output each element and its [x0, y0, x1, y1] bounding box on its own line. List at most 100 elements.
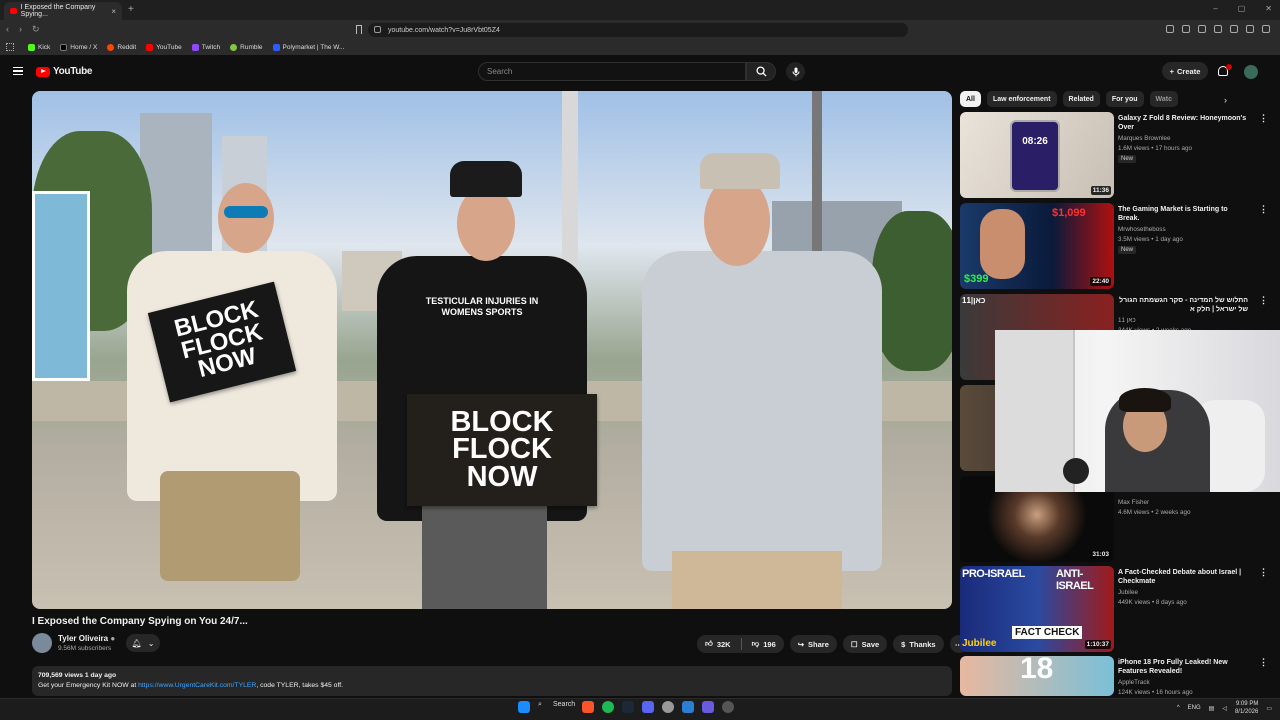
- clock[interactable]: 9:09 PM 8/1/2026: [1235, 700, 1258, 716]
- tray-lang[interactable]: ENG: [1188, 705, 1201, 711]
- dislike-button[interactable]: 👎︎ 196: [745, 635, 784, 653]
- share-button[interactable]: ↪ Share: [789, 635, 837, 653]
- channel-name[interactable]: Tyler Oliveira ●: [58, 634, 115, 643]
- app-icon[interactable]: [702, 701, 714, 713]
- thanks-icon: $: [901, 639, 906, 649]
- extension-icon[interactable]: [1198, 25, 1206, 33]
- chevron-down-icon: ⌄: [147, 638, 155, 648]
- verified-icon: ●: [110, 634, 116, 643]
- recommendation-channel[interactable]: כאן 11: [1118, 316, 1136, 326]
- video-player[interactable]: BLOCK FLOCK NOW TESTICULAR INJURIES IN W…: [32, 91, 952, 609]
- recommendation-item[interactable]: 18 iPhone 18 Pro Fully Leaked! New Featu…: [960, 656, 1272, 696]
- file-explorer-icon[interactable]: [682, 701, 694, 713]
- obs-icon[interactable]: [722, 701, 734, 713]
- extension-icon[interactable]: [1214, 25, 1222, 33]
- windows-start-icon[interactable]: [518, 701, 530, 713]
- bookmark-polymarket[interactable]: Polymarket | The W...: [272, 44, 344, 51]
- more-options-icon[interactable]: ⋮: [1259, 568, 1268, 577]
- recommendation-channel[interactable]: Mrwhosetheboss: [1118, 225, 1166, 235]
- close-window-icon[interactable]: ✕: [1265, 4, 1272, 13]
- chip-watched[interactable]: Watc: [1149, 91, 1178, 107]
- recommendation-item[interactable]: 08:26 11:36 Galaxy Z Fold 8 Review: Hone…: [960, 112, 1272, 198]
- extension-icon[interactable]: [1230, 25, 1238, 33]
- recommendation-title: התלוש של המדינה - סקר הגשמתה הגורל של יש…: [1119, 297, 1248, 313]
- chip-all[interactable]: All: [960, 91, 981, 107]
- save-icon: ☐: [850, 639, 858, 649]
- extension-icon[interactable]: [1182, 25, 1190, 33]
- new-tab-button[interactable]: +: [128, 4, 134, 15]
- forward-icon[interactable]: ›: [19, 24, 22, 35]
- bookmarks-bar: Kick Home / X Reddit YouTube Twitch Rumb…: [0, 40, 1280, 55]
- recommendation-channel[interactable]: Marques Brownlee: [1118, 134, 1171, 144]
- spotify-icon[interactable]: [602, 701, 614, 713]
- chrome-icon[interactable]: [662, 701, 674, 713]
- system-tray: ^ ENG ▤ ◁ 9:09 PM 8/1/2026 ▭: [1177, 700, 1272, 716]
- steam-icon[interactable]: [622, 701, 634, 713]
- thanks-button[interactable]: $ Thanks: [893, 635, 944, 653]
- video-thumbnail[interactable]: PRO-ISRAEL ANTI-ISRAEL FACT CHECK Jubile…: [960, 566, 1114, 652]
- bookmark-x[interactable]: Home / X: [60, 44, 97, 51]
- sunglasses: [224, 206, 268, 218]
- bookmark-rumble[interactable]: Rumble: [230, 44, 263, 51]
- bookmark-reddit[interactable]: Reddit: [107, 44, 136, 51]
- person-left-shorts: [160, 471, 300, 581]
- back-icon[interactable]: ‹: [6, 24, 9, 35]
- maximize-icon[interactable]: ▢: [1238, 4, 1246, 13]
- more-options-icon[interactable]: ⋮: [1259, 296, 1268, 305]
- voice-search-button[interactable]: [786, 62, 805, 81]
- video-thumbnail[interactable]: 18: [960, 656, 1114, 696]
- description-link[interactable]: https://www.UrgentCareKit.com/TYLER: [138, 682, 256, 689]
- search-input[interactable]: Search: [478, 62, 746, 81]
- close-tab-icon[interactable]: ×: [111, 7, 116, 16]
- bookmark-kick[interactable]: Kick: [28, 44, 50, 51]
- volume-icon[interactable]: ◁: [1222, 705, 1227, 712]
- recommendation-channel[interactable]: AppleTrack: [1118, 678, 1150, 688]
- channel-avatar[interactable]: [32, 633, 52, 653]
- create-button[interactable]: + Create: [1162, 62, 1208, 80]
- hamburger-menu-icon[interactable]: [13, 67, 23, 75]
- url-field[interactable]: youtube.com/watch?v=Ju8rVbt05Z4: [368, 23, 908, 37]
- new-badge: New: [1118, 155, 1137, 163]
- subscription-bell-button[interactable]: 🔔︎ ⌄: [126, 634, 160, 652]
- extension-icon[interactable]: [1166, 25, 1174, 33]
- video-thumbnail[interactable]: 08:26 11:36: [960, 112, 1114, 198]
- chevron-right-icon[interactable]: ›: [1224, 95, 1227, 105]
- network-icon[interactable]: ▤: [1209, 705, 1215, 712]
- menu-icon[interactable]: [1262, 25, 1270, 33]
- bookmark-icon[interactable]: [356, 25, 362, 34]
- like-button[interactable]: 👍︎ 32K: [697, 635, 737, 653]
- chip-for-you[interactable]: For you: [1105, 91, 1144, 107]
- site-info-icon[interactable]: [374, 26, 381, 33]
- taskbar-search[interactable]: ⌕ Search: [538, 701, 575, 713]
- brave-icon[interactable]: [582, 701, 594, 713]
- chip-law-enforcement[interactable]: Law enforcement: [986, 91, 1057, 107]
- browser-tab[interactable]: I Exposed the Company Spying... ×: [4, 2, 122, 20]
- recommendation-item[interactable]: PRO-ISRAEL ANTI-ISRAEL FACT CHECK Jubile…: [960, 566, 1272, 652]
- video-duration: 11:36: [1090, 186, 1111, 195]
- recommendation-item[interactable]: $1,099 $399 22:40 The Gaming Market is S…: [960, 203, 1272, 289]
- chevron-up-icon[interactable]: ^: [1177, 705, 1180, 711]
- video-description[interactable]: 709,569 views 1 day ago Get your Emergen…: [32, 666, 952, 696]
- discord-icon[interactable]: [642, 701, 654, 713]
- notifications-icon[interactable]: ▭: [1266, 705, 1272, 712]
- youtube-logo[interactable]: YouTube: [36, 66, 93, 77]
- account-avatar[interactable]: [1244, 65, 1258, 79]
- reload-icon[interactable]: ↻: [32, 24, 40, 35]
- extension-icon[interactable]: [1246, 25, 1254, 33]
- chip-related[interactable]: Related: [1062, 91, 1100, 107]
- person-left-head: [218, 183, 274, 253]
- recommendation-channel[interactable]: Jubilee: [1118, 588, 1138, 598]
- recommendation-channel[interactable]: Max Fisher: [1118, 498, 1149, 508]
- bookmark-twitch[interactable]: Twitch: [191, 44, 220, 51]
- views-and-date: 709,569 views 1 day ago: [38, 672, 117, 679]
- save-button[interactable]: ☐ Save: [842, 635, 888, 653]
- description-text: Get your Emergency Kit NOW at https://ww…: [38, 682, 343, 689]
- more-options-icon[interactable]: ⋮: [1259, 658, 1268, 667]
- search-button[interactable]: [746, 62, 776, 81]
- bookmark-youtube[interactable]: YouTube: [146, 44, 182, 51]
- video-thumbnail[interactable]: $1,099 $399 22:40: [960, 203, 1114, 289]
- minimize-icon[interactable]: –: [1213, 4, 1217, 13]
- more-options-icon[interactable]: ⋮: [1259, 114, 1268, 123]
- more-options-icon[interactable]: ⋮: [1259, 205, 1268, 214]
- apps-grid-icon[interactable]: [6, 43, 14, 51]
